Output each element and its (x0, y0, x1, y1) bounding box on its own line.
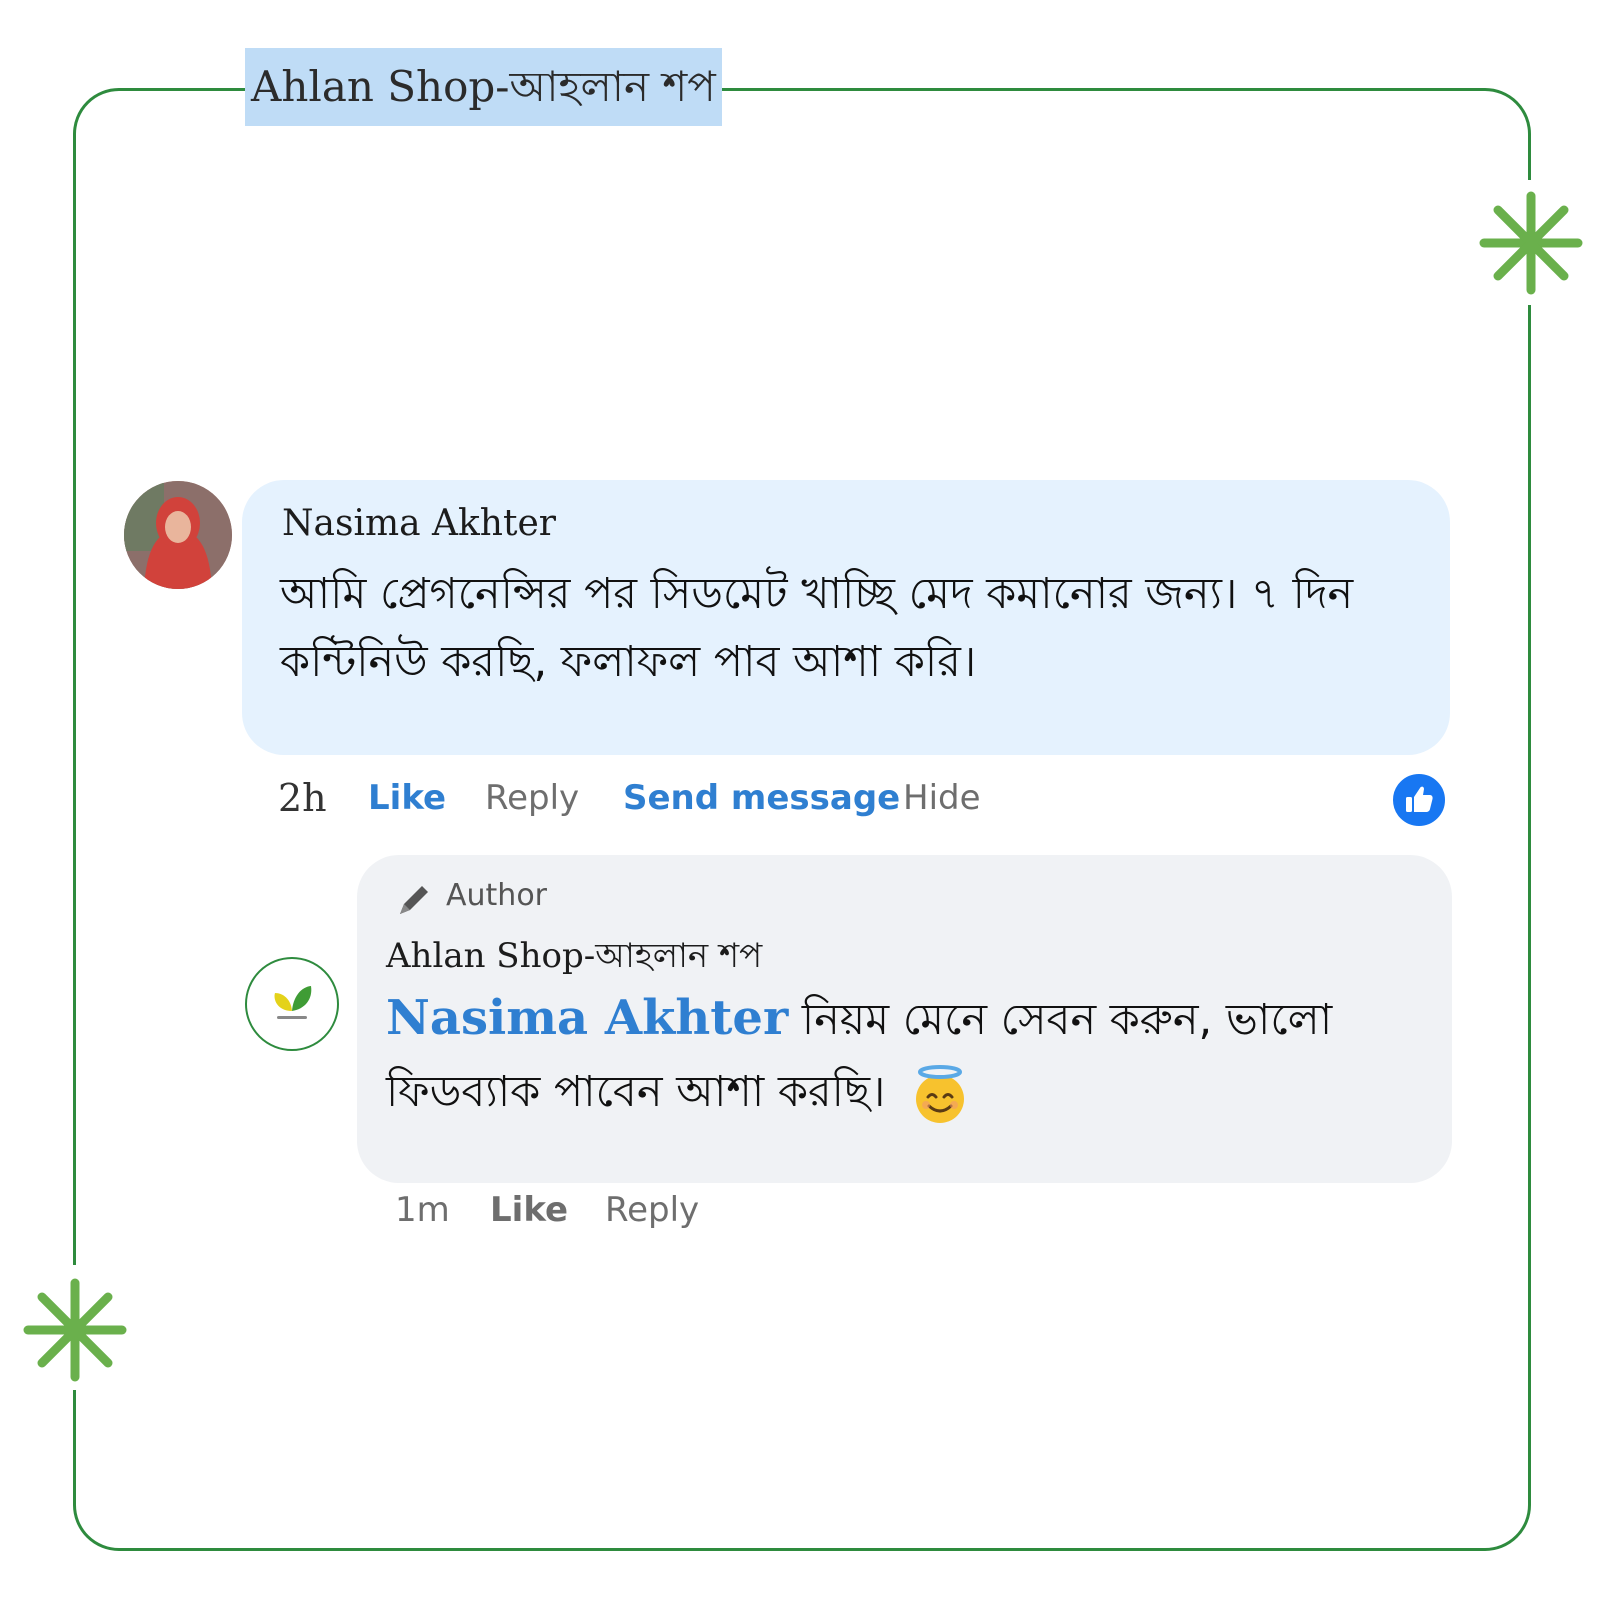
comment-text: আমি প্রেগনেন্সির পর সিডমেট খাচ্ছি মেদ কম… (280, 569, 1354, 687)
page-avatar[interactable] (245, 957, 339, 1051)
reply-reply-button[interactable]: Reply (605, 1180, 699, 1240)
page-title: Ahlan Shop-আহলান শপ (245, 48, 722, 126)
send-message-button[interactable]: Send message (623, 768, 900, 828)
asterisk-star-icon (23, 1278, 127, 1382)
mention-link[interactable]: Nasima Akhter (386, 990, 788, 1046)
leaf-logo-icon (274, 986, 312, 1019)
hide-button[interactable]: Hide (903, 768, 981, 828)
like-reaction-badge[interactable] (1390, 771, 1448, 829)
commenter-avatar[interactable] (124, 481, 232, 589)
comment-actions: 2h Like Reply Send message Hide (278, 768, 1458, 828)
person-hijab-icon (124, 481, 232, 589)
reply-button[interactable]: Reply (485, 768, 579, 828)
like-thumb-icon (1406, 786, 1433, 812)
asterisk-star-icon (1479, 191, 1583, 295)
reply-timestamp[interactable]: 1m (395, 1180, 450, 1240)
reply-like-button[interactable]: Like (490, 1180, 568, 1240)
commenter-name[interactable]: Nasima Akhter (282, 503, 556, 544)
pen-icon (400, 886, 428, 914)
reply-author-name[interactable]: Ahlan Shop-আহলান শপ (386, 930, 762, 987)
reply-text: Nasima Akhter নিয়ম মেনে সেবন করুন, ভালো… (386, 982, 1426, 1128)
author-badge: Author (446, 878, 548, 913)
smiling-face-with-halo-icon (916, 1064, 965, 1123)
reply-actions: 1m Like Reply (395, 1180, 895, 1240)
comment-timestamp[interactable]: 2h (278, 768, 327, 828)
like-button[interactable]: Like (368, 768, 446, 828)
